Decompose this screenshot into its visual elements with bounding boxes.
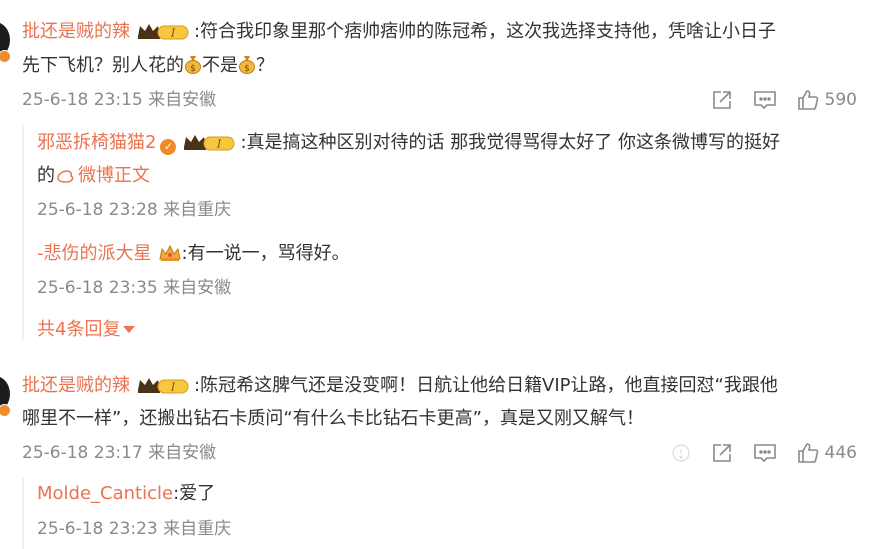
svg-text:$: $ (190, 64, 196, 74)
comment-text-line: 哪里不一样”，还搬出钻石卡质问“有什么卡比钻石卡更高”，真是又刚又解气！ (22, 403, 644, 435)
comment-icon (753, 91, 776, 110)
share-icon (712, 444, 731, 462)
reply-username[interactable]: -悲伤的派大星 (37, 243, 152, 264)
avatar-badge-icon (0, 50, 11, 63)
more-replies-label: 共4条回复 (37, 319, 121, 340)
share-button[interactable] (711, 442, 733, 464)
comment-item: 批还是贼的辣 I :陈冠希这脾气还是没变啊！日航让他给日籍VIP让路，他直接回怼… (0, 360, 881, 549)
info-icon (671, 444, 690, 462)
comment-button[interactable] (753, 89, 777, 111)
level-text: I (216, 138, 222, 151)
reply-divider (22, 478, 24, 549)
comment-item: 批还是贼的辣 I :符合我印象里那个痞帅痞帅的陈冠希，这次我选择支持他，凭啥让小… (0, 0, 881, 345)
comment-text: 不是 (202, 55, 238, 76)
comment-text: 哪里不一样”，还搬出钻石卡质问“有什么卡比钻石卡更高”，真是又刚又解气！ (22, 408, 644, 429)
comment-text: :符合我印象里那个痞帅痞帅的陈冠希，这次我选择支持他，凭啥让小日子 (194, 21, 777, 42)
level-text: I (170, 27, 176, 40)
comment-text-line: 先下飞机？别人花的 $ 不是 $ ？ (22, 50, 274, 82)
comment-text: 先下飞机？别人花的 (22, 55, 184, 76)
comment-username[interactable]: 批还是贼的辣 (22, 21, 130, 42)
weibo-logo-icon (55, 163, 75, 183)
reply-timestamp: 25-6-18 23:23 来自重庆 (37, 519, 232, 539)
vip-level-badge-icon: I (136, 21, 190, 41)
level-text: I (170, 381, 176, 394)
like-count: 590 (824, 90, 857, 110)
like-button[interactable]: 590 (797, 89, 857, 111)
comment-text: :陈冠希这脾气还是没变啊！日航让他给日籍VIP让路，他直接回怼“我跟他 (194, 375, 778, 396)
weibo-post-link[interactable]: 微博正文 (55, 165, 150, 186)
share-icon (712, 91, 731, 109)
weibo-link-text: 微博正文 (78, 165, 150, 186)
reply-divider (22, 125, 24, 340)
reply-text-line: 的 微博正文 (37, 160, 150, 192)
more-replies-button[interactable]: 共4条回复 (37, 316, 136, 344)
comment-actions: 446 (651, 438, 857, 468)
comment-actions: 590 (691, 85, 857, 115)
comment-username[interactable]: 批还是贼的辣 (22, 375, 130, 396)
reply-timestamp: 25-6-18 23:35 来自安徽 (37, 278, 232, 298)
reply-text-line: -悲伤的派大星 :有一说一，骂得好。 (37, 238, 350, 270)
like-button[interactable]: 446 (797, 442, 857, 464)
comment-text-line: 批还是贼的辣 I :陈冠希这脾气还是没变啊！日航让他给日籍VIP让路，他直接回怼… (22, 370, 778, 402)
reply-text-line: 邪恶拆椅猫猫2 ✓ I :真是搞这种区别对待的话 那我觉得骂得太好了 你这条微博写… (37, 127, 780, 159)
crown-emoji (158, 242, 182, 262)
share-button[interactable] (711, 89, 733, 111)
dropdown-caret-icon (123, 326, 136, 333)
reply-username[interactable]: Molde_Canticle (37, 483, 173, 504)
comment-button[interactable] (753, 442, 777, 464)
reply-text: :爱了 (173, 483, 216, 504)
info-button[interactable] (671, 443, 691, 463)
comment-timestamp: 25-6-18 23:17 来自安徽 (22, 443, 217, 463)
reply-text-line: Molde_Canticle:爱了 (37, 478, 215, 510)
reply-timestamp: 25-6-18 23:28 来自重庆 (37, 200, 232, 220)
like-icon (797, 443, 818, 463)
comment-timestamp: 25-6-18 23:15 来自安徽 (22, 90, 217, 110)
reply-text: :真是搞这种区别对待的话 那我觉得骂得太好了 你这条微博写的挺好 (240, 132, 780, 153)
vip-level-badge-icon: I (136, 375, 190, 395)
verified-badge-icon: ✓ (160, 139, 177, 155)
reply-username[interactable]: 邪恶拆椅猫猫2 (37, 132, 156, 153)
comment-text-line: 批还是贼的辣 I :符合我印象里那个痞帅痞帅的陈冠希，这次我选择支持他，凭啥让小… (22, 16, 776, 48)
avatar-badge-icon (0, 404, 11, 417)
money-bag-emoji: $ (238, 54, 256, 74)
reply-text: :有一说一，骂得好。 (181, 243, 350, 264)
vip-level-badge-icon: I (182, 132, 236, 152)
reply-text: 的 (37, 165, 55, 186)
comment-text: ？ (256, 55, 274, 76)
like-count: 446 (824, 443, 857, 463)
comment-icon (753, 444, 776, 463)
like-icon (797, 90, 818, 110)
money-bag-emoji: $ (184, 54, 202, 74)
svg-text:$: $ (244, 64, 250, 74)
